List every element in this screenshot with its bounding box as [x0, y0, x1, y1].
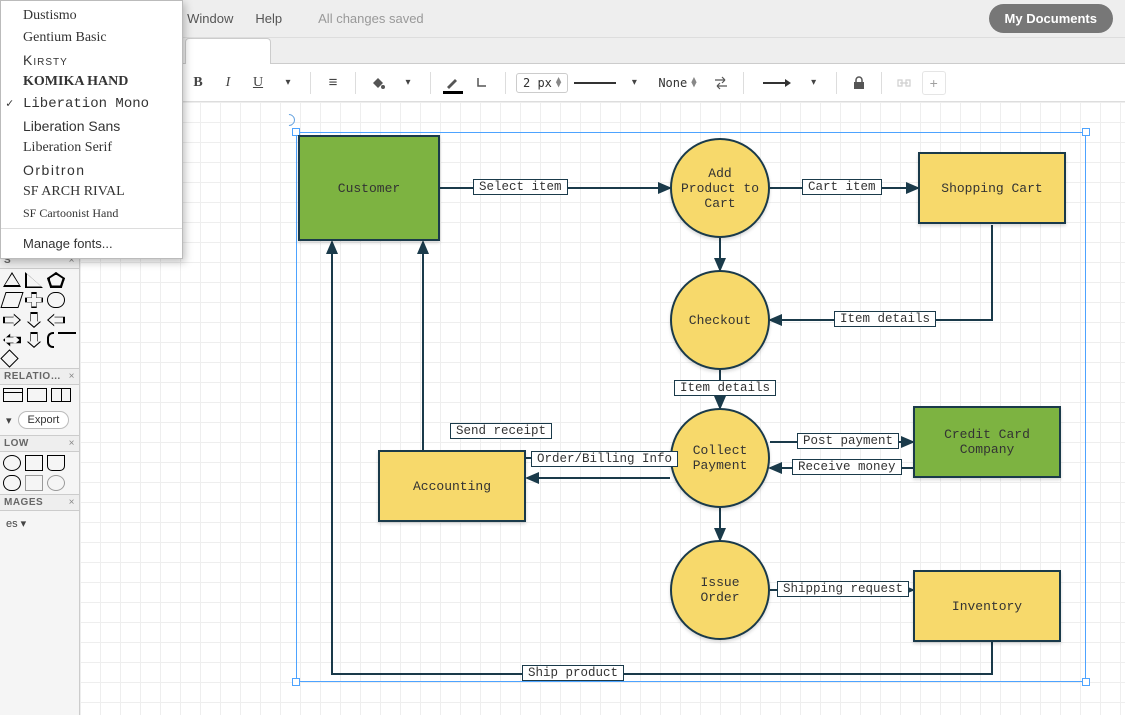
- line-style-button[interactable]: [574, 76, 616, 90]
- node-checkout[interactable]: Checkout: [670, 270, 770, 370]
- stroke-width-field[interactable]: 2 px▲▼: [516, 73, 568, 93]
- palette-header-images[interactable]: MAGES×: [0, 494, 79, 511]
- label-receive-money[interactable]: Receive money: [792, 459, 902, 475]
- shape-rect-gray[interactable]: [25, 475, 43, 491]
- menu-help[interactable]: Help: [255, 11, 282, 26]
- arrow-icon: [763, 82, 787, 84]
- menu-window[interactable]: Window: [187, 11, 233, 26]
- shape-rect[interactable]: [25, 455, 43, 471]
- pencil-icon: [445, 76, 461, 90]
- shape-circle[interactable]: [3, 455, 21, 471]
- my-documents-button[interactable]: My Documents: [989, 4, 1113, 33]
- node-collect-payment[interactable]: Collect Payment: [670, 408, 770, 508]
- shape-circle-gray[interactable]: [47, 475, 65, 491]
- label-select-item[interactable]: Select item: [473, 179, 568, 195]
- align-button[interactable]: ≡: [321, 71, 345, 95]
- font-gentium[interactable]: Gentium Basic: [1, 27, 182, 49]
- label-item-details-1[interactable]: Item details: [834, 311, 936, 327]
- shape-right-triangle[interactable]: [25, 272, 43, 288]
- line-color-button[interactable]: [441, 71, 465, 95]
- line-corner-icon: [475, 75, 491, 91]
- label-post-payment[interactable]: Post payment: [797, 433, 899, 449]
- node-inventory[interactable]: Inventory: [913, 570, 1061, 642]
- canvas[interactable]: Customer Add Product to Cart Shopping Ca…: [80, 102, 1125, 715]
- node-issue-order[interactable]: Issue Order: [670, 540, 770, 640]
- palette-shapes: [0, 269, 79, 368]
- save-status: All changes saved: [318, 11, 424, 26]
- images-dropdown[interactable]: es ▾: [6, 517, 26, 530]
- node-add-product[interactable]: Add Product to Cart: [670, 138, 770, 238]
- shape-doc[interactable]: [47, 455, 65, 471]
- export-button[interactable]: Export: [18, 411, 70, 429]
- font-liberation-sans[interactable]: Liberation Sans: [1, 115, 182, 137]
- shape-arrow-right[interactable]: [3, 312, 21, 328]
- relation-dropdown[interactable]: ▾: [6, 414, 12, 427]
- shape-db[interactable]: [3, 475, 21, 491]
- shape-arrow-bidir[interactable]: [47, 312, 65, 328]
- shape-plus[interactable]: [25, 292, 43, 308]
- palette-header-relations[interactable]: RELATIO…×: [0, 368, 79, 385]
- shape-arrow-down[interactable]: [25, 312, 43, 328]
- font-komika[interactable]: KOMIKA HAND: [1, 71, 182, 93]
- link-button[interactable]: [892, 71, 916, 95]
- shape-line[interactable]: [58, 332, 76, 334]
- line-shape-button[interactable]: [471, 71, 495, 95]
- handle-se[interactable]: [1082, 678, 1090, 686]
- font-liberation-mono[interactable]: Liberation Mono: [1, 93, 182, 115]
- label-send-receipt[interactable]: Send receipt: [450, 423, 552, 439]
- shape-arrow-updown[interactable]: [25, 332, 43, 348]
- arrow-style-dropdown[interactable]: ▾: [802, 71, 826, 95]
- palette-header-flow[interactable]: LOW×: [0, 435, 79, 452]
- shape-table2[interactable]: [27, 388, 47, 402]
- shape-brace[interactable]: [47, 332, 54, 348]
- line-style-dropdown[interactable]: ▾: [622, 71, 646, 95]
- link-icon: [896, 78, 912, 88]
- node-customer[interactable]: Customer: [298, 135, 440, 241]
- font-menu[interactable]: Dustismo Gentium Basic Kirsty KOMIKA HAN…: [0, 0, 183, 259]
- font-dustismo[interactable]: Dustismo: [1, 5, 182, 27]
- label-ship-product[interactable]: Ship product: [522, 665, 624, 681]
- bold-button[interactable]: B: [186, 71, 210, 95]
- font-manage[interactable]: Manage fonts...: [1, 233, 182, 254]
- label-shipping-request[interactable]: Shipping request: [777, 581, 909, 597]
- italic-button[interactable]: I: [216, 71, 240, 95]
- label-billing[interactable]: Order/Billing Info: [531, 451, 678, 467]
- swap-ends-button[interactable]: [709, 71, 733, 95]
- handle-ne[interactable]: [1082, 128, 1090, 136]
- page-tab[interactable]: [185, 38, 271, 64]
- shape-cloud[interactable]: [47, 292, 65, 308]
- shape-table3[interactable]: [51, 388, 71, 402]
- font-sf-cartoonist[interactable]: SF Cartoonist Hand: [1, 203, 182, 224]
- dash-field[interactable]: None▲▼: [652, 74, 702, 92]
- label-cart-item[interactable]: Cart item: [802, 179, 882, 195]
- lock-icon: [853, 76, 865, 90]
- underline-button[interactable]: U: [246, 71, 270, 95]
- label-item-details-2[interactable]: Item details: [674, 380, 776, 396]
- font-orbitron[interactable]: Orbitron: [1, 159, 182, 181]
- font-sf-arch[interactable]: SF ARCH RIVAL: [1, 181, 182, 203]
- shape-parallelogram[interactable]: [0, 292, 23, 308]
- shape-triangle[interactable]: [3, 272, 21, 287]
- shape-pentagon[interactable]: [47, 272, 65, 288]
- arrow-style-button[interactable]: [754, 71, 796, 95]
- node-credit-card[interactable]: Credit Card Company: [913, 406, 1061, 478]
- handle-sw[interactable]: [292, 678, 300, 686]
- lock-button[interactable]: [847, 71, 871, 95]
- palette-flow: [0, 452, 79, 494]
- fill-color-button[interactable]: [366, 71, 390, 95]
- shape-arrow-left[interactable]: [3, 332, 21, 348]
- text-style-dropdown[interactable]: ▾: [276, 71, 300, 95]
- node-accounting[interactable]: Accounting: [378, 450, 526, 522]
- shape-diamond[interactable]: [0, 349, 18, 367]
- paint-bucket-icon: [370, 75, 386, 91]
- palette-relations: [0, 385, 79, 405]
- add-button[interactable]: +: [922, 71, 946, 95]
- swap-icon: [713, 76, 729, 90]
- shape-table1[interactable]: [3, 388, 23, 402]
- fill-color-dropdown[interactable]: ▾: [396, 71, 420, 95]
- node-shopping-cart[interactable]: Shopping Cart: [918, 152, 1066, 224]
- font-liberation-serif[interactable]: Liberation Serif: [1, 137, 182, 159]
- font-kirsty[interactable]: Kirsty: [1, 49, 182, 71]
